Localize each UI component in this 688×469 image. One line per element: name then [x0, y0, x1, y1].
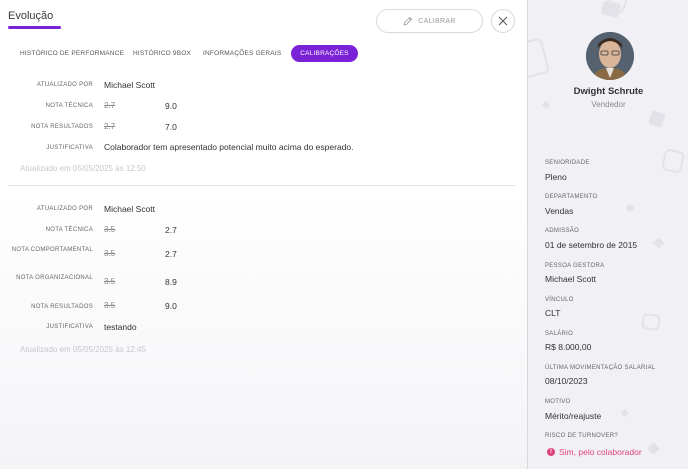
field-label: VÍNCULO: [545, 297, 574, 303]
person-icon: [586, 32, 634, 80]
updated-at: Atualizado em 05/05/2025 às 12:45: [20, 345, 146, 354]
grade-old-value: 2.7: [104, 122, 116, 131]
turnover-value: Sim, pelo colaborador: [559, 447, 642, 457]
tab-calibracoes[interactable]: CALIBRAÇÕES: [291, 45, 358, 62]
grade-new-value: 9.0: [165, 101, 177, 111]
justification-label: JUSTIFICATIVA: [46, 324, 93, 330]
updated-at: Atualizado em 05/05/2025 às 12:50: [20, 164, 146, 173]
grade-label: NOTA RESULTADOS: [31, 304, 93, 310]
justification-label: JUSTIFICATIVA: [46, 145, 93, 151]
decorative-shape: [660, 148, 686, 174]
grade-new-value: 8.9: [165, 277, 177, 287]
main-panel: Evolução CALIBRAR HISTÓRICO DE PERFORMAN…: [0, 0, 527, 469]
field-value: CLT: [545, 308, 561, 318]
decorative-shape: [653, 237, 665, 249]
field-label: PESSOA GESTORA: [545, 263, 605, 269]
close-button[interactable]: [491, 9, 515, 33]
grade-old-value: 3.5: [104, 277, 116, 286]
profile-sidebar: Dwight Schrute Vendedor SENIORIDADE Plen…: [527, 0, 688, 469]
alert-icon: !: [547, 448, 555, 456]
grade-new-value: 9.0: [165, 301, 177, 311]
grade-old-value: 3.5: [104, 225, 116, 234]
justification-value: Colaborador tem apresentado potencial mu…: [104, 142, 354, 152]
field-label: SENIORIDADE: [545, 160, 590, 166]
field-label: ADMISSÃO: [545, 228, 580, 234]
turnover-status: ! Sim, pelo colaborador: [547, 447, 642, 457]
grade-old-value: 3.5: [104, 301, 116, 310]
decorative-shape: [647, 442, 660, 455]
field-label: ÚLTIMA MOVIMENTAÇÃO SALARIAL: [545, 365, 656, 371]
grade-label: NOTA COMPORTAMENTAL: [11, 247, 93, 253]
field-value: Mérito/reajuste: [545, 411, 602, 421]
decorative-shape: [648, 110, 666, 128]
decorative-shape: [620, 408, 630, 418]
field-value: Vendas: [545, 206, 574, 216]
pencil-icon: [403, 16, 413, 26]
grade-label: NOTA RESULTADOS: [31, 124, 93, 130]
grade-label: NOTA ORGANIZACIONAL: [16, 275, 93, 281]
grade-new-value: 2.7: [165, 225, 177, 235]
field-value: Pleno: [545, 172, 567, 182]
justification-value: testando: [104, 322, 137, 332]
field-value: 08/10/2023: [545, 376, 588, 386]
updated-by-label: ATUALIZADO POR: [36, 82, 93, 88]
field-value: R$ 8.000,00: [545, 342, 592, 352]
updated-by-value: Michael Scott: [104, 204, 156, 214]
grade-new-value: 7.0: [165, 122, 177, 132]
tab-informacoes-gerais[interactable]: INFORMAÇÕES GERAIS: [193, 45, 291, 62]
tab-historico-9box[interactable]: HISTÓRICO 9BOX: [123, 45, 193, 62]
title-underline: [8, 26, 61, 29]
field-value: Michael Scott: [545, 274, 597, 284]
decorative-shape: [528, 37, 551, 79]
page-title: Evolução: [8, 10, 54, 22]
grade-label: NOTA TÉCNICA: [45, 227, 93, 233]
turnover-label: RISCO DE TURNOVER?: [545, 433, 618, 439]
field-label: SALÁRIO: [545, 331, 574, 337]
grade-new-value: 2.7: [165, 249, 177, 259]
field-label: MOTIVO: [545, 399, 571, 405]
avatar: [586, 32, 634, 80]
decorative-shape: [625, 203, 635, 213]
calibrar-label: CALIBRAR: [418, 17, 456, 25]
divider: [8, 185, 516, 186]
close-icon: [498, 16, 508, 26]
calibrar-button[interactable]: CALIBRAR: [376, 9, 483, 33]
updated-by-label: ATUALIZADO POR: [36, 206, 93, 212]
grade-old-value: 3.5: [104, 249, 116, 258]
profile-name: Dwight Schrute: [573, 86, 644, 97]
field-label: DEPARTAMENTO: [545, 194, 598, 200]
tab-historico-performance[interactable]: HISTÓRICO DE PERFORMANCE: [10, 45, 124, 62]
grade-label: NOTA TÉCNICA: [45, 103, 93, 109]
tab-bar: HISTÓRICO DE PERFORMANCE HISTÓRICO 9BOX …: [10, 45, 358, 62]
field-value: 01 de setembro de 2015: [545, 240, 638, 250]
profile-role: Vendedor: [591, 100, 626, 109]
decorative-shape: [640, 312, 662, 332]
updated-by-value: Michael Scott: [104, 80, 156, 90]
grade-old-value: 2.7: [104, 101, 116, 110]
